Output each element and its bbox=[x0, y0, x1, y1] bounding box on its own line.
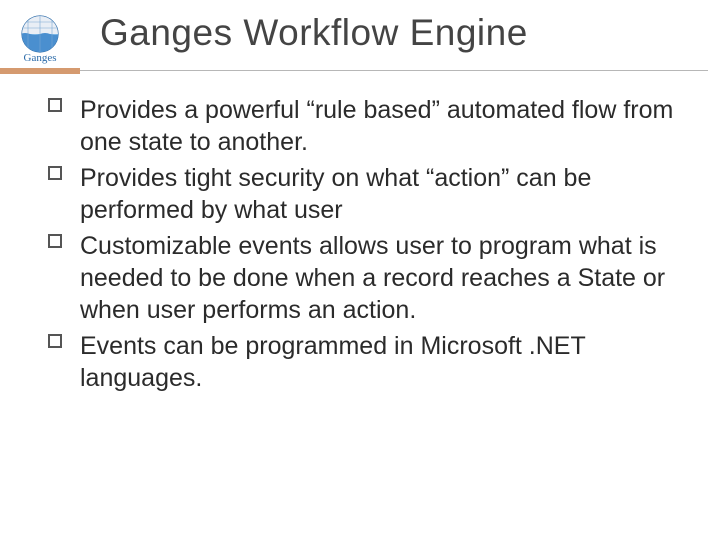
list-item: Provides a powerful “rule based” automat… bbox=[48, 94, 680, 158]
bullet-text: Provides tight security on what “action”… bbox=[80, 164, 591, 224]
list-item: Customizable events allows user to progr… bbox=[48, 230, 680, 326]
bullet-list: Provides a powerful “rule based” automat… bbox=[48, 94, 680, 394]
bullet-square-icon bbox=[48, 334, 62, 348]
bullet-text: Events can be programmed in Microsoft .N… bbox=[80, 332, 585, 392]
ganges-logo-icon: Ganges bbox=[12, 10, 68, 66]
slide-title: Ganges Workflow Engine bbox=[100, 12, 528, 54]
bullet-square-icon bbox=[48, 166, 62, 180]
title-rule bbox=[0, 68, 720, 74]
bullet-square-icon bbox=[48, 98, 62, 112]
list-item: Events can be programmed in Microsoft .N… bbox=[48, 330, 680, 394]
title-rule-line bbox=[80, 70, 708, 71]
bullet-text: Customizable events allows user to progr… bbox=[80, 232, 665, 324]
logo-text: Ganges bbox=[24, 52, 57, 64]
slide-body: Provides a powerful “rule based” automat… bbox=[48, 94, 680, 398]
title-rule-accent bbox=[0, 68, 80, 74]
bullet-text: Provides a powerful “rule based” automat… bbox=[80, 96, 673, 156]
bullet-square-icon bbox=[48, 234, 62, 248]
slide: Ganges Ganges Workflow Engine Provides a… bbox=[0, 0, 720, 540]
list-item: Provides tight security on what “action”… bbox=[48, 162, 680, 226]
